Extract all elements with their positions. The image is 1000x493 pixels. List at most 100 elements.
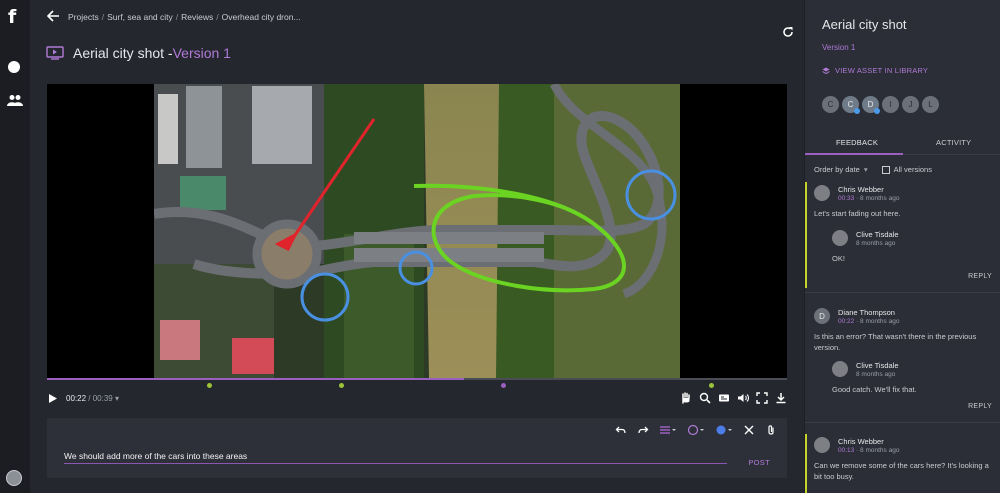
- reply-author: Clive Tisdale: [856, 230, 899, 239]
- comment-author: Diane Thompson: [838, 308, 895, 317]
- comment-input[interactable]: We should add more of the cars into thes…: [64, 451, 247, 461]
- breadcrumb-projects[interactable]: Projects: [68, 12, 99, 22]
- video-icon: [46, 46, 64, 60]
- redo-icon[interactable]: [637, 424, 649, 436]
- all-versions-checkbox[interactable]: [881, 165, 890, 174]
- avatar[interactable]: C: [822, 96, 839, 113]
- sort-dropdown[interactable]: Order by date: [814, 165, 860, 174]
- breadcrumb-asset[interactable]: Overhead city dron...: [222, 12, 301, 22]
- breadcrumb-separator: /: [175, 12, 179, 22]
- avatar-initial: D: [867, 100, 874, 109]
- tab-feedback[interactable]: FEEDBACK: [836, 138, 878, 147]
- avatar: D: [814, 308, 830, 324]
- post-button[interactable]: POST: [748, 458, 770, 467]
- attachment-icon[interactable]: [765, 424, 777, 436]
- tab-activity[interactable]: ACTIVITY: [936, 138, 971, 147]
- fullscreen-icon[interactable]: [756, 392, 768, 404]
- comment-time-ago: · 8 months ago: [854, 195, 900, 202]
- timeline-comment-marker[interactable]: [709, 383, 715, 388]
- close-icon[interactable]: [743, 424, 755, 436]
- comment-author: Chris Webber: [838, 437, 884, 446]
- player-controls: 00:22 / 00:39 ▾: [47, 390, 787, 406]
- avatar: [832, 361, 848, 377]
- comment-time-ago: · 8 months ago: [854, 447, 900, 454]
- comment-timecode[interactable]: 00:13: [838, 447, 854, 454]
- comment-timecode[interactable]: 00:33: [838, 195, 854, 202]
- video-frame[interactable]: [154, 84, 680, 378]
- online-badge: [874, 108, 880, 114]
- active-tab-indicator: [805, 153, 903, 155]
- reply-button[interactable]: REPLY: [968, 273, 992, 280]
- avatar[interactable]: D: [862, 96, 880, 114]
- breadcrumb-project[interactable]: Surf, sea and city: [107, 12, 173, 22]
- play-icon[interactable]: [49, 394, 57, 403]
- avatar[interactable]: L: [922, 96, 939, 113]
- comment-editor: We should add more of the cars into thes…: [47, 418, 787, 478]
- panel-version[interactable]: Version 1: [822, 43, 855, 52]
- reply-time-ago: 8 months ago: [856, 371, 896, 378]
- people-icon[interactable]: [7, 94, 23, 106]
- panel-title: Aerial city shot: [822, 17, 907, 32]
- view-in-library-link[interactable]: VIEW ASSET IN LIBRARY: [822, 66, 928, 75]
- comment-text: Let's start fading out here.: [814, 209, 901, 218]
- comment-author: Chris Webber: [838, 185, 884, 194]
- version-label[interactable]: Version 1: [173, 45, 231, 61]
- captions-icon[interactable]: [718, 392, 730, 404]
- comment-timecode[interactable]: 00:22: [838, 318, 854, 325]
- breadcrumb-reviews[interactable]: Reviews: [181, 12, 213, 22]
- all-versions-label: All versions: [893, 165, 932, 174]
- thread-divider: [805, 422, 1000, 423]
- download-icon[interactable]: [775, 392, 787, 404]
- reply-text: Good catch. We'll fix that.: [832, 385, 917, 394]
- timeline-comment-marker[interactable]: [206, 383, 212, 388]
- app-logo[interactable]: f: [8, 6, 16, 28]
- reply-text: OK!: [832, 254, 845, 263]
- drawing-toolbar: [615, 424, 777, 436]
- comment-meta: 00:22 · 8 months ago: [838, 318, 899, 325]
- avatar[interactable]: C: [842, 96, 860, 114]
- comment-text: Is this an error? That wasn't there in t…: [814, 332, 977, 352]
- avatar: [832, 230, 848, 246]
- thread-divider: [805, 292, 1000, 293]
- breadcrumb-separator: /: [101, 12, 105, 22]
- timeline-track[interactable]: [47, 378, 787, 380]
- reply-time-ago: 8 months ago: [856, 240, 896, 247]
- timeline-comment-marker[interactable]: [339, 383, 345, 388]
- avatar[interactable]: I: [882, 96, 899, 113]
- shape-tool-icon[interactable]: [687, 424, 705, 436]
- video-player[interactable]: [47, 84, 787, 378]
- volume-icon[interactable]: [737, 392, 749, 404]
- refresh-icon[interactable]: [782, 26, 794, 38]
- breadcrumb: Projects / Surf, sea and city / Reviews / Over…: [68, 12, 301, 22]
- zoom-icon[interactable]: [699, 392, 711, 404]
- home-icon[interactable]: [8, 61, 20, 73]
- chevron-down-icon[interactable]: ▾: [115, 394, 119, 403]
- back-arrow-icon[interactable]: [46, 9, 60, 23]
- user-avatar[interactable]: [6, 470, 22, 486]
- comment-thread: Chris Webber 00:13 · 8 months ago Can we…: [805, 434, 1000, 493]
- color-picker-icon[interactable]: [715, 424, 733, 436]
- time-separator: /: [86, 394, 93, 403]
- comment-time-ago: · 8 months ago: [854, 318, 900, 325]
- hand-tool-icon[interactable]: [680, 392, 692, 404]
- main-area: Projects / Surf, sea and city / Reviews / Over…: [30, 0, 804, 493]
- thread-indicator: [805, 182, 807, 288]
- chevron-down-icon[interactable]: ▾: [864, 165, 868, 174]
- time-readout[interactable]: 00:22 / 00:39 ▾: [66, 394, 119, 403]
- reply-button[interactable]: REPLY: [968, 403, 992, 410]
- thread-indicator: [805, 434, 807, 493]
- library-link-label: VIEW ASSET IN LIBRARY: [835, 66, 929, 75]
- avatar[interactable]: J: [902, 96, 919, 113]
- avatar: [814, 437, 830, 453]
- line-weight-icon[interactable]: [659, 424, 677, 436]
- timeline-comment-marker[interactable]: [500, 383, 506, 388]
- current-time: 00:22: [66, 394, 87, 403]
- comment-input-underline: [64, 463, 727, 464]
- comment-thread: D Diane Thompson 00:22 · 8 months ago Is…: [805, 305, 1000, 417]
- avatar: [814, 185, 830, 201]
- comment-thread: Chris Webber 00:33 · 8 months ago Let's …: [805, 182, 1000, 288]
- participant-avatars: C C D I J L: [822, 96, 939, 114]
- undo-icon[interactable]: [615, 424, 627, 436]
- layers-icon: [822, 67, 830, 74]
- page-title-row: Aerial city shot - Version 1: [46, 45, 231, 61]
